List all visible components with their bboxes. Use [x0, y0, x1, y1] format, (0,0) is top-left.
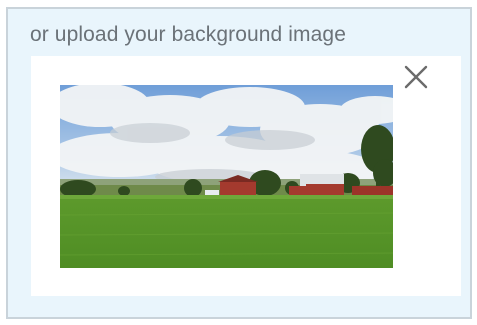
image-preview-card [31, 56, 461, 296]
background-upload-panel: or upload your background image [6, 7, 472, 319]
uploaded-background-image [60, 85, 393, 268]
close-icon[interactable] [401, 62, 431, 92]
upload-heading: or upload your background image [30, 23, 346, 46]
